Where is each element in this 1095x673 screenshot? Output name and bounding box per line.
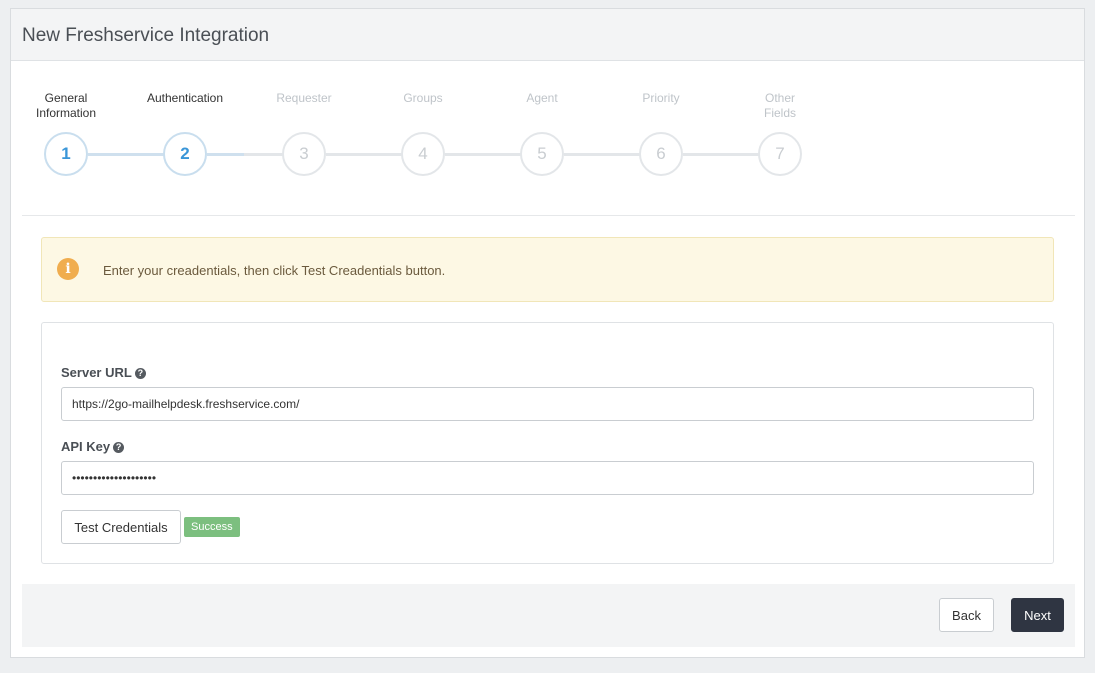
wizard-footer: Back Next [22,584,1075,647]
info-icon: i [57,258,79,280]
step-label-requester: Requester [276,91,332,105]
back-button[interactable]: Back [939,598,994,632]
step-connector [445,153,521,156]
step-2-circle[interactable]: 2 [163,132,207,176]
step-1-circle[interactable]: 1 [44,132,88,176]
step-connector [564,153,640,156]
section-divider [22,215,1075,216]
credentials-form: Server URL? API Key? Test Credentials Su… [41,322,1054,564]
step-7-circle: 7 [758,132,802,176]
step-connector [88,153,164,156]
step-connector [326,153,402,156]
status-badge: Success [184,517,240,537]
next-button[interactable]: Next [1011,598,1064,632]
question-circle-icon[interactable]: ? [113,442,125,453]
step-connector [683,153,759,156]
question-circle-icon[interactable]: ? [134,368,146,379]
step-label-authentication: Authentication [146,91,224,105]
api-key-label: API Key? [61,439,125,454]
step-label-other-fields: Other Fields [730,91,830,121]
step-label-groups: Groups [403,91,443,105]
api-key-input[interactable] [61,461,1034,495]
step-connector-progress [207,153,244,156]
test-credentials-button[interactable]: Test Credentials [61,510,181,544]
step-label-line: General [44,91,88,105]
step-label-line: Fields [763,106,796,120]
server-url-input[interactable] [61,387,1034,421]
api-key-label-text: API Key [61,439,111,454]
panel-header: New Freshservice Integration [11,9,1084,61]
step-label-agent: Agent [526,91,558,105]
step-6-circle: 6 [639,132,683,176]
step-5-circle: 5 [520,132,564,176]
step-4-circle: 4 [401,132,445,176]
info-alert: i Enter your creadentials, then click Te… [41,237,1054,302]
page-title: New Freshservice Integration [22,25,270,46]
integration-panel: New Freshservice Integration General Inf… [10,8,1085,658]
step-3-circle: 3 [282,132,326,176]
step-label-line: Information [35,106,97,120]
step-label-priority: Priority [642,91,680,105]
step-label-general-information: General Information [16,91,116,121]
server-url-label-text: Server URL [61,365,132,380]
server-url-label: Server URL? [61,365,146,380]
alert-message: Enter your creadentials, then click Test… [103,263,446,278]
step-label-line: Other [764,91,795,105]
wizard-steps: General Information Authentication Reque… [11,61,1084,211]
